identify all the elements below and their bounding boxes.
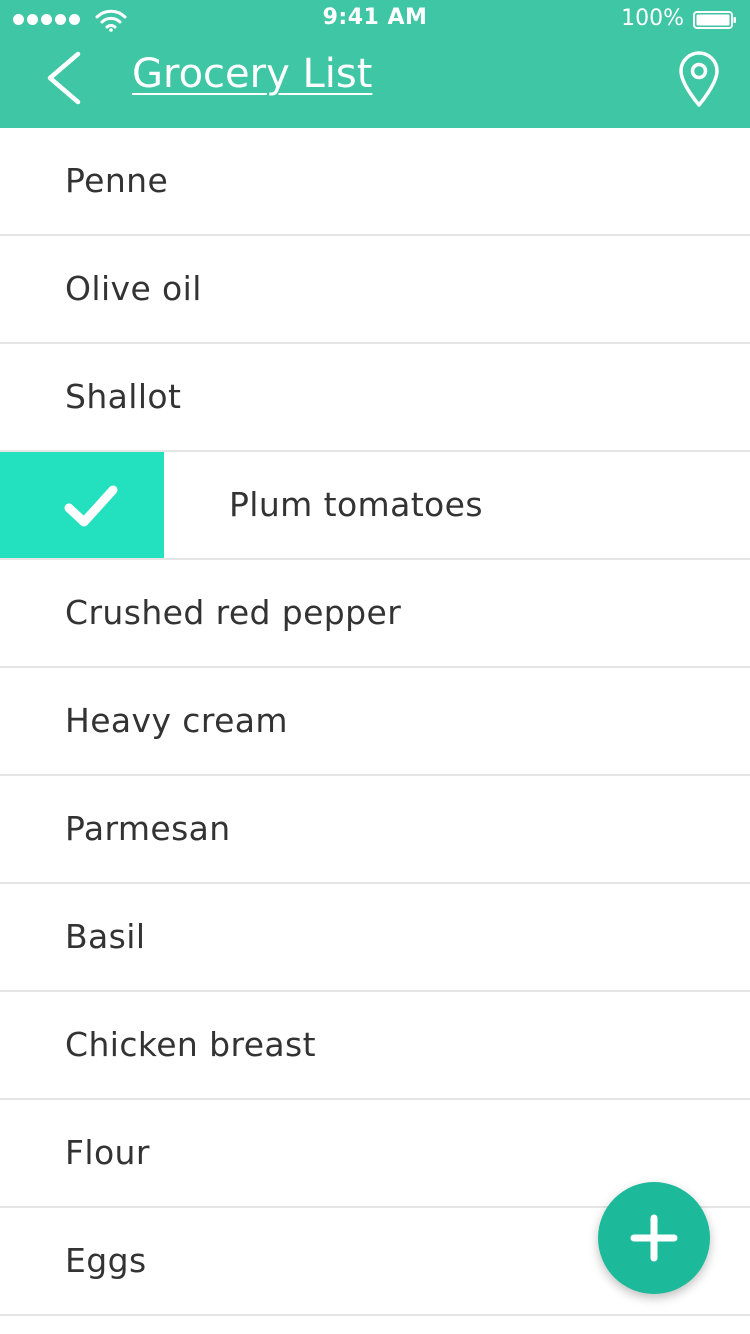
item-label: Parmesan [65,809,231,848]
list-item[interactable]: Chicken breast [0,992,750,1100]
item-label: Plum tomatoes [229,485,483,524]
grocery-list: Penne Olive oil Shallot Plum tomatoes Cr… [0,128,750,1316]
battery-icon [693,11,736,29]
app-header: 9:41 AM 100% Grocery List [0,0,750,128]
item-label: Eggs [65,1241,147,1280]
item-label: Chicken breast [65,1025,316,1064]
list-item[interactable]: Crushed red pepper [0,560,750,668]
list-item[interactable]: Shallot [0,344,750,452]
status-bar: 9:41 AM 100% [0,0,750,40]
mark-done-button[interactable] [0,452,164,558]
list-item[interactable]: Olive oil [0,236,750,344]
battery-percent: 100% [621,6,684,31]
item-label: Flour [65,1133,150,1172]
item-label: Heavy cream [65,701,288,740]
item-label: Penne [65,161,169,200]
add-item-button[interactable] [598,1182,710,1294]
list-item-swiped[interactable]: Plum tomatoes [0,452,750,560]
map-pin-icon[interactable] [676,50,722,108]
item-label: Shallot [65,377,182,416]
plus-icon [630,1214,678,1262]
item-label: Crushed red pepper [65,593,402,632]
list-item[interactable]: Basil [0,884,750,992]
list-item[interactable]: Parmesan [0,776,750,884]
back-chevron-icon[interactable] [40,50,88,106]
list-item[interactable]: Heavy cream [0,668,750,776]
list-item[interactable]: Penne [0,128,750,236]
item-label: Olive oil [65,269,202,308]
page-title[interactable]: Grocery List [132,46,372,102]
checkmark-icon [64,485,118,527]
item-label: Basil [65,917,146,956]
